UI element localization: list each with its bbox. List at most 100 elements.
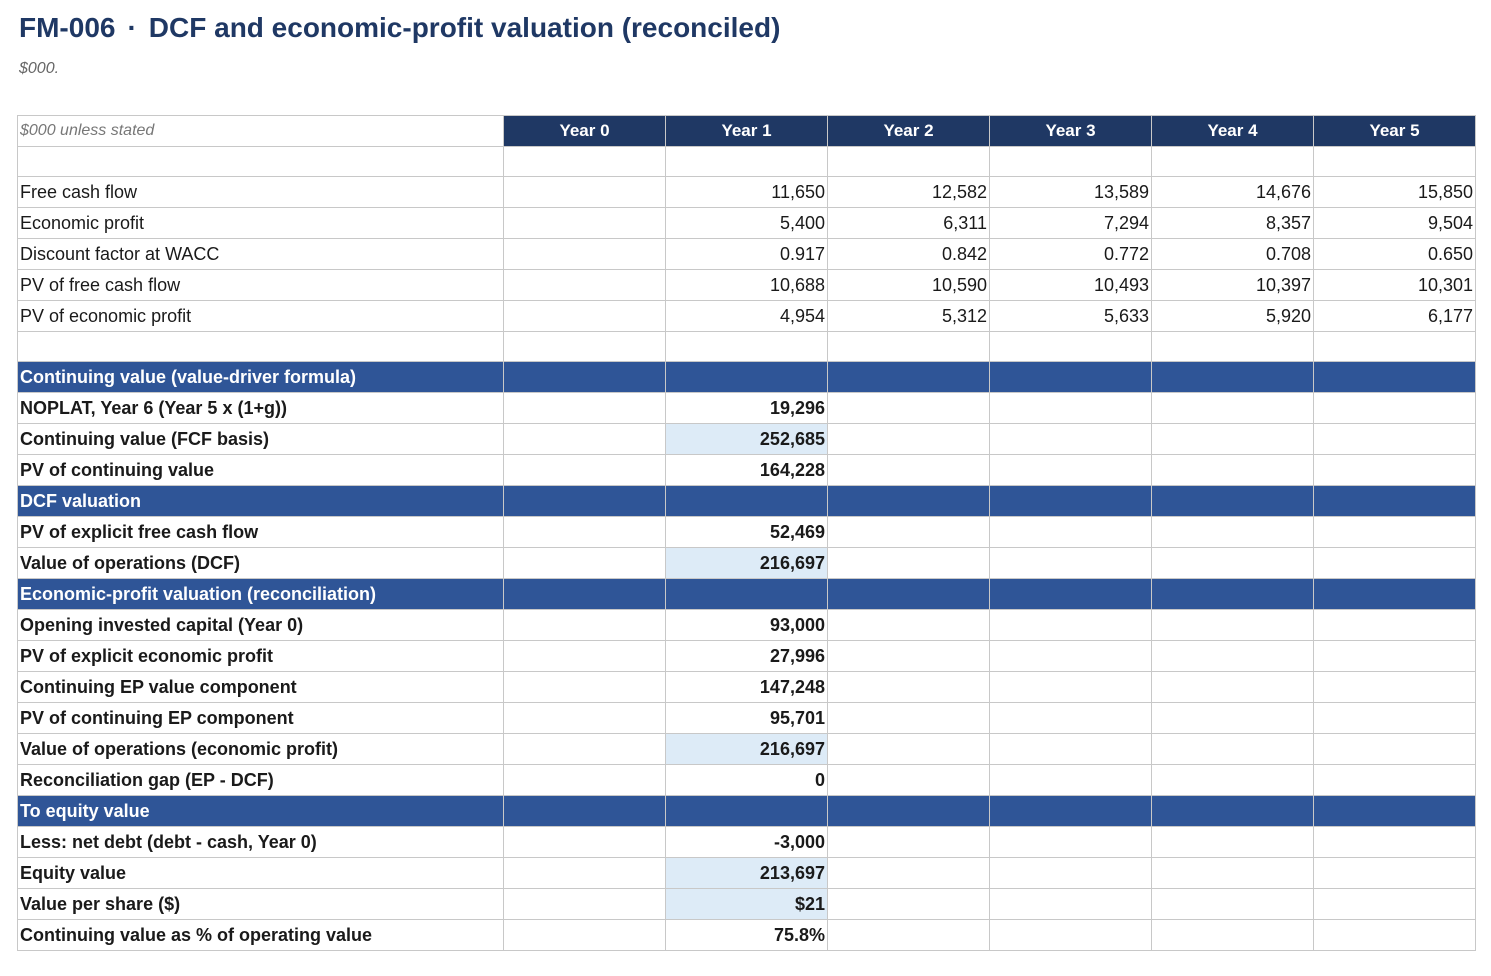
section-fill-cell[interactable] bbox=[503, 485, 666, 518]
section-fill-cell[interactable] bbox=[827, 485, 990, 518]
value-cell[interactable]: 0.708 bbox=[1151, 238, 1314, 271]
empty-cell[interactable] bbox=[1313, 919, 1476, 952]
empty-cell[interactable] bbox=[989, 640, 1152, 673]
row-label[interactable]: PV of explicit economic profit bbox=[17, 640, 504, 673]
value-cell[interactable]: 0.650 bbox=[1313, 238, 1476, 271]
value-cell[interactable] bbox=[503, 269, 666, 302]
empty-cell[interactable] bbox=[17, 331, 504, 363]
value-cell[interactable]: 8,357 bbox=[1151, 207, 1314, 240]
empty-cell[interactable] bbox=[1313, 331, 1476, 363]
empty-cell[interactable] bbox=[827, 919, 990, 952]
empty-cell[interactable] bbox=[1151, 454, 1314, 487]
value-cell[interactable]: 0.842 bbox=[827, 238, 990, 271]
empty-cell[interactable] bbox=[1151, 826, 1314, 859]
section-fill-cell[interactable] bbox=[665, 795, 828, 828]
value-cell[interactable]: 5,312 bbox=[827, 300, 990, 333]
row-label[interactable]: Free cash flow bbox=[17, 176, 504, 209]
result-value[interactable]: 52,469 bbox=[665, 516, 828, 549]
result-value[interactable]: 252,685 bbox=[665, 423, 828, 456]
section-fill-cell[interactable] bbox=[1151, 578, 1314, 611]
empty-cell[interactable] bbox=[1151, 609, 1314, 642]
empty-cell[interactable] bbox=[1151, 145, 1314, 178]
section-fill-cell[interactable] bbox=[1151, 361, 1314, 394]
empty-cell[interactable] bbox=[1313, 857, 1476, 890]
row-label[interactable]: Economic profit bbox=[17, 207, 504, 240]
row-label[interactable]: PV of continuing EP component bbox=[17, 702, 504, 735]
empty-cell[interactable] bbox=[1151, 733, 1314, 766]
section-fill-cell[interactable] bbox=[1313, 795, 1476, 828]
empty-cell[interactable] bbox=[1313, 826, 1476, 859]
section-fill-cell[interactable] bbox=[827, 361, 990, 394]
section-fill-cell[interactable] bbox=[989, 795, 1152, 828]
empty-cell[interactable] bbox=[989, 609, 1152, 642]
result-value[interactable]: 0 bbox=[665, 764, 828, 797]
empty-cell[interactable] bbox=[503, 919, 666, 952]
empty-cell[interactable] bbox=[989, 857, 1152, 890]
value-cell[interactable]: 5,400 bbox=[665, 207, 828, 240]
section-title[interactable]: Economic-profit valuation (reconciliatio… bbox=[17, 578, 504, 611]
section-fill-cell[interactable] bbox=[989, 578, 1152, 611]
value-cell[interactable]: 0.772 bbox=[989, 238, 1152, 271]
value-cell[interactable]: 9,504 bbox=[1313, 207, 1476, 240]
year-header[interactable]: Year 4 bbox=[1151, 115, 1314, 147]
section-fill-cell[interactable] bbox=[665, 578, 828, 611]
value-cell[interactable]: 10,493 bbox=[989, 269, 1152, 302]
empty-cell[interactable] bbox=[827, 857, 990, 890]
empty-cell[interactable] bbox=[503, 888, 666, 921]
value-cell[interactable]: 10,590 bbox=[827, 269, 990, 302]
empty-cell[interactable] bbox=[503, 331, 666, 363]
empty-cell[interactable] bbox=[989, 516, 1152, 549]
result-value[interactable]: 27,996 bbox=[665, 640, 828, 673]
row-label[interactable]: Value per share ($) bbox=[17, 888, 504, 921]
result-value[interactable]: 75.8% bbox=[665, 919, 828, 952]
empty-cell[interactable] bbox=[503, 733, 666, 766]
section-fill-cell[interactable] bbox=[827, 795, 990, 828]
empty-cell[interactable] bbox=[1313, 609, 1476, 642]
value-cell[interactable] bbox=[503, 238, 666, 271]
empty-cell[interactable] bbox=[989, 392, 1152, 425]
empty-cell[interactable] bbox=[827, 702, 990, 735]
value-cell[interactable]: 5,920 bbox=[1151, 300, 1314, 333]
empty-cell[interactable] bbox=[1313, 671, 1476, 704]
empty-cell[interactable] bbox=[827, 516, 990, 549]
empty-cell[interactable] bbox=[989, 919, 1152, 952]
empty-cell[interactable] bbox=[1151, 671, 1314, 704]
row-label[interactable]: PV of explicit free cash flow bbox=[17, 516, 504, 549]
empty-cell[interactable] bbox=[989, 331, 1152, 363]
empty-cell[interactable] bbox=[1151, 857, 1314, 890]
empty-cell[interactable] bbox=[1313, 702, 1476, 735]
empty-cell[interactable] bbox=[827, 764, 990, 797]
section-fill-cell[interactable] bbox=[1313, 485, 1476, 518]
empty-cell[interactable] bbox=[827, 826, 990, 859]
empty-cell[interactable] bbox=[827, 392, 990, 425]
row-label[interactable]: Discount factor at WACC bbox=[17, 238, 504, 271]
result-value[interactable]: 147,248 bbox=[665, 671, 828, 704]
section-title[interactable]: Continuing value (value-driver formula) bbox=[17, 361, 504, 394]
row-label[interactable]: Continuing value (FCF basis) bbox=[17, 423, 504, 456]
section-fill-cell[interactable] bbox=[1313, 361, 1476, 394]
value-cell[interactable] bbox=[503, 300, 666, 333]
result-value[interactable]: 164,228 bbox=[665, 454, 828, 487]
empty-cell[interactable] bbox=[1151, 423, 1314, 456]
empty-cell[interactable] bbox=[1313, 423, 1476, 456]
empty-cell[interactable] bbox=[827, 423, 990, 456]
empty-cell[interactable] bbox=[989, 764, 1152, 797]
value-cell[interactable]: 4,954 bbox=[665, 300, 828, 333]
empty-cell[interactable] bbox=[1151, 702, 1314, 735]
empty-cell[interactable] bbox=[503, 547, 666, 580]
row-label[interactable]: PV of free cash flow bbox=[17, 269, 504, 302]
row-label[interactable]: PV of economic profit bbox=[17, 300, 504, 333]
result-value[interactable]: 19,296 bbox=[665, 392, 828, 425]
section-title[interactable]: DCF valuation bbox=[17, 485, 504, 518]
empty-cell[interactable] bbox=[503, 764, 666, 797]
empty-cell[interactable] bbox=[503, 145, 666, 178]
empty-cell[interactable] bbox=[827, 331, 990, 363]
row-label[interactable]: Continuing EP value component bbox=[17, 671, 504, 704]
value-cell[interactable] bbox=[503, 207, 666, 240]
empty-cell[interactable] bbox=[827, 888, 990, 921]
empty-cell[interactable] bbox=[1313, 733, 1476, 766]
empty-cell[interactable] bbox=[1313, 640, 1476, 673]
empty-cell[interactable] bbox=[1313, 145, 1476, 178]
empty-cell[interactable] bbox=[503, 609, 666, 642]
empty-cell[interactable] bbox=[827, 640, 990, 673]
